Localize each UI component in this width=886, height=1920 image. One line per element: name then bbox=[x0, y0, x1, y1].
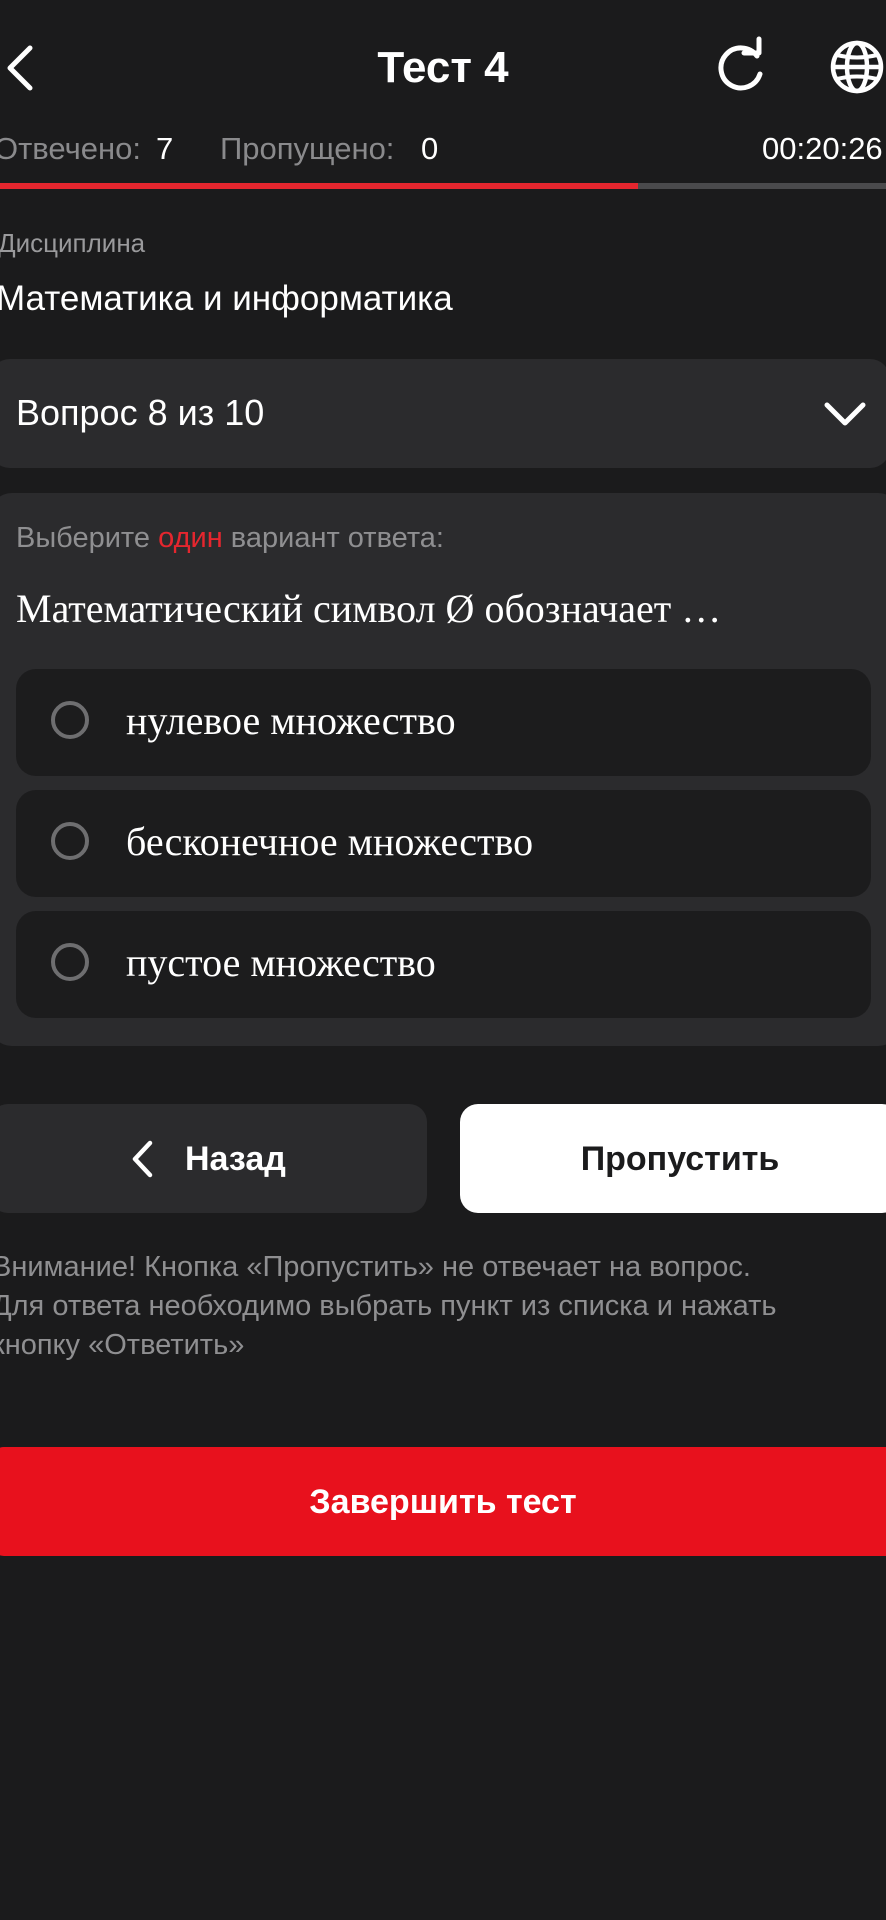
answer-instruction: Выберите один вариант ответа: bbox=[16, 518, 444, 558]
answer-option-label: бесконечное множество bbox=[126, 819, 534, 864]
skipped-label: Пропущено: bbox=[220, 131, 395, 166]
radio-button[interactable] bbox=[51, 822, 89, 860]
notice-line: Внимание! Кнопка «Пропустить» не отвечае… bbox=[0, 1251, 751, 1283]
discipline-label: Дисциплина bbox=[0, 228, 146, 258]
answered-label: Отвечено: bbox=[0, 131, 142, 166]
question-text: Математический символ Ø обозначает … bbox=[16, 586, 722, 631]
question-selector-label: Вопрос 8 из 10 bbox=[16, 392, 265, 433]
skip-button-label: Пропустить bbox=[580, 1140, 780, 1178]
discipline-value: Математика и информатика bbox=[0, 279, 453, 318]
finish-test-button-label: Завершить тест bbox=[309, 1483, 577, 1521]
answer-option[interactable]: бесконечное множество bbox=[16, 790, 871, 897]
radio-button[interactable] bbox=[51, 943, 89, 981]
instruction-suffix: вариант ответа: bbox=[222, 522, 444, 554]
answered-count: 7 bbox=[156, 131, 174, 166]
notice-line: кнопку «Ответить» bbox=[0, 1329, 245, 1361]
instruction-accent: один bbox=[158, 522, 223, 554]
back-button-label: Назад bbox=[185, 1140, 286, 1178]
chevron-left-icon bbox=[130, 1138, 156, 1180]
radio-button[interactable] bbox=[51, 701, 89, 739]
answer-option[interactable]: нулевое множество bbox=[16, 669, 871, 776]
skip-notice: Внимание! Кнопка «Пропустить» не отвечае… bbox=[0, 1248, 886, 1365]
globe-icon[interactable] bbox=[826, 36, 886, 98]
skipped-count: 0 bbox=[421, 131, 439, 166]
timer: 00:20:26 bbox=[762, 131, 883, 166]
answer-option-label: пустое множество bbox=[126, 940, 436, 985]
refresh-icon[interactable] bbox=[710, 36, 772, 98]
answer-option[interactable]: пустое множество bbox=[16, 911, 871, 1018]
progress-fill bbox=[0, 183, 638, 189]
chevron-down-icon[interactable] bbox=[822, 398, 868, 430]
notice-line: Для ответа необходимо выбрать пункт из с… bbox=[0, 1290, 777, 1322]
answer-option-label: нулевое множество bbox=[126, 698, 456, 743]
instruction-prefix: Выберите bbox=[16, 522, 159, 554]
